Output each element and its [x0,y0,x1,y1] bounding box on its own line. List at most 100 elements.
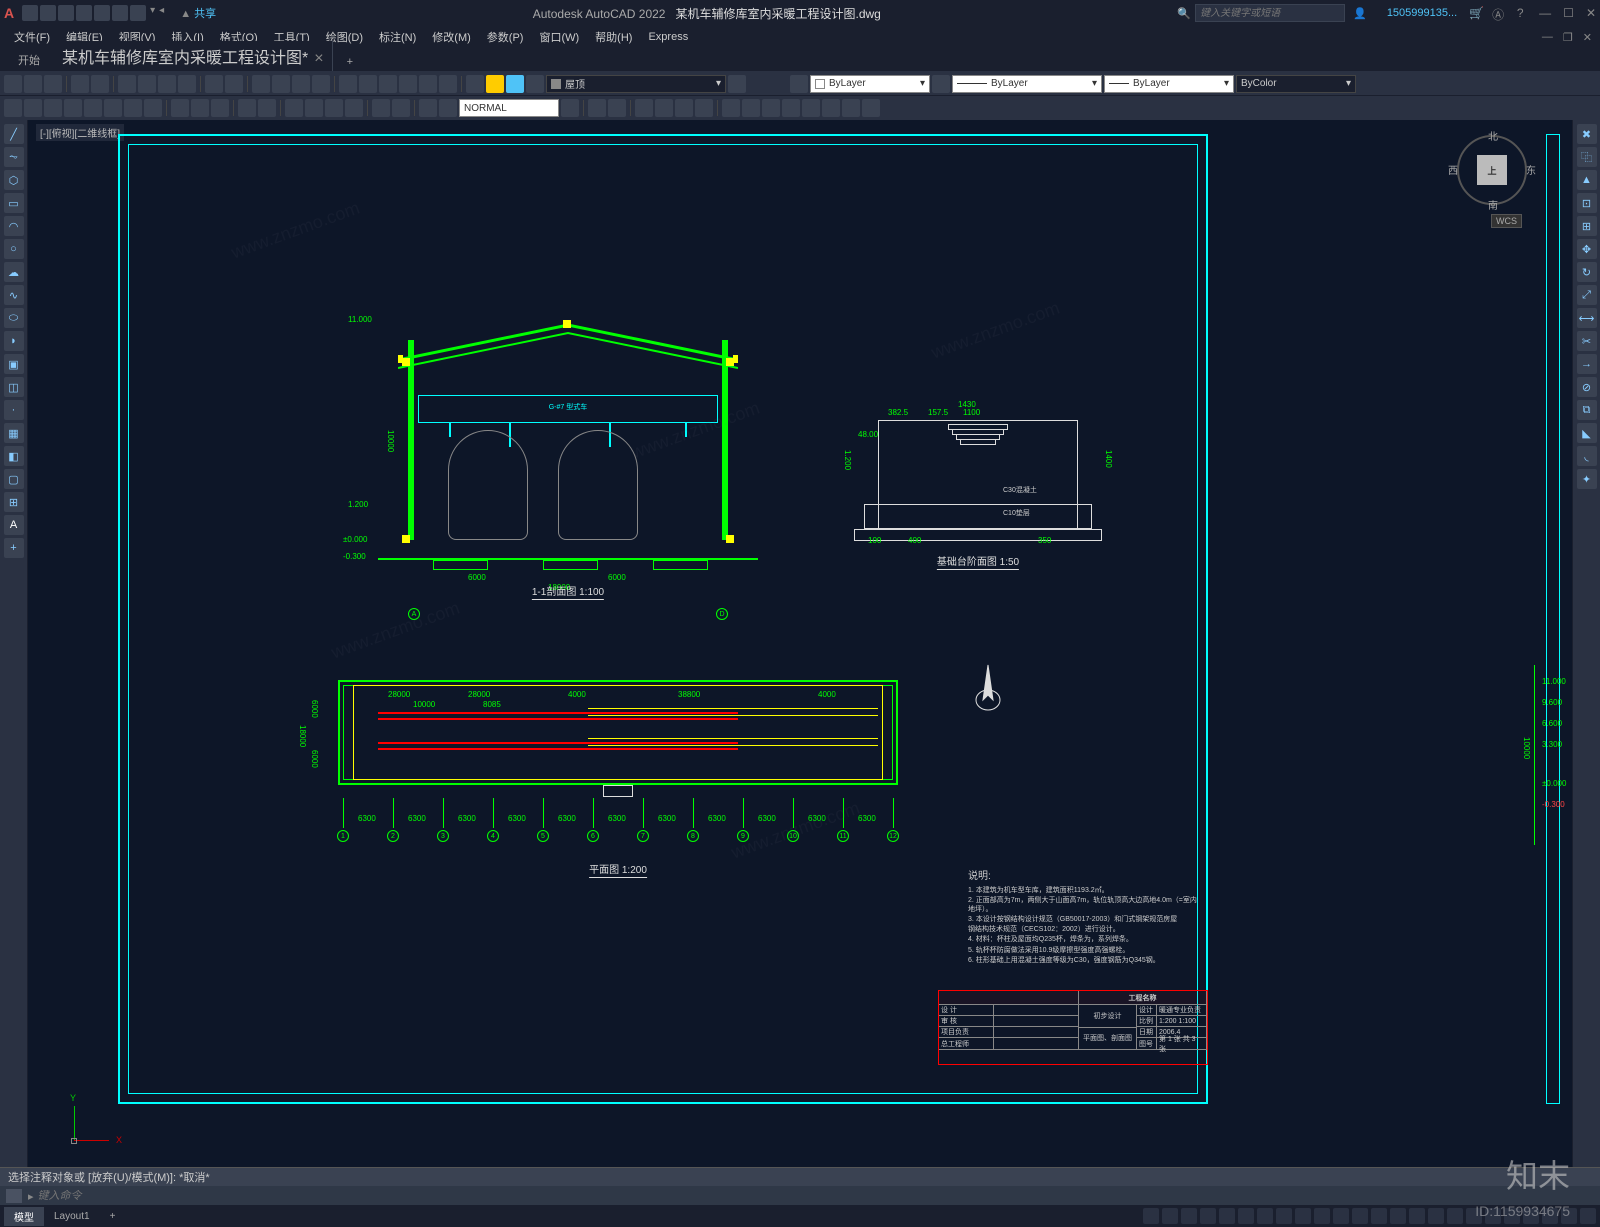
jogline-icon[interactable] [345,99,363,117]
infer-icon[interactable] [1200,1208,1216,1224]
ellipsearc-icon[interactable]: ◗ [4,331,24,351]
misc2-icon[interactable] [742,99,760,117]
qat-saveas-icon[interactable] [76,5,92,21]
doc-close-button[interactable]: ✕ [1583,31,1592,44]
dynamic-input-icon[interactable] [1219,1208,1235,1224]
print-icon[interactable] [71,75,89,93]
otrack-icon[interactable] [1333,1208,1349,1224]
snapmode-icon[interactable] [1181,1208,1197,1224]
linetype-dropdown[interactable]: ByLayer▾ [952,75,1102,93]
layer-lock-icon[interactable] [526,75,544,93]
help-icon[interactable]: ? [1513,6,1527,20]
mirror-icon[interactable]: ▲ [1577,170,1597,190]
revcloud-icon[interactable]: ☁ [4,262,24,282]
layer-previous-icon[interactable] [728,75,746,93]
command-input[interactable] [38,1190,1594,1202]
annotation-scale-icon[interactable] [1409,1208,1425,1224]
ellipse-icon[interactable]: ⬭ [4,308,24,328]
mtext-draw-icon[interactable]: A [4,515,24,535]
table-icon[interactable] [675,99,693,117]
menu-dimension[interactable]: 标注(N) [373,27,422,47]
dim-arc-icon[interactable] [44,99,62,117]
extend-icon[interactable]: → [1577,354,1597,374]
dimstyle-manager-icon[interactable] [561,99,579,117]
polygon-icon[interactable]: ⬡ [4,170,24,190]
menu-help[interactable]: 帮助(H) [589,27,638,47]
3dosnap-icon[interactable] [1314,1208,1330,1224]
mleader-icon[interactable] [655,99,673,117]
copy-mod-icon[interactable]: ⿻ [1577,147,1597,167]
qat-open-icon[interactable] [40,5,56,21]
chamfer-icon[interactable]: ◣ [1577,423,1597,443]
table-draw-icon[interactable]: ⊞ [4,492,24,512]
line-icon[interactable]: ╱ [4,124,24,144]
dimstyle-dropdown[interactable] [459,99,559,117]
pan-icon[interactable] [252,75,270,93]
inspect-icon[interactable] [325,99,343,117]
layout1-tab[interactable]: Layout1 [44,1209,100,1224]
dim-angular-icon[interactable] [144,99,162,117]
viewcube[interactable]: 上 北 南 东 西 [1452,130,1532,210]
dim-break-icon[interactable] [258,99,276,117]
designcenter-icon[interactable] [359,75,377,93]
dimstyle-icon[interactable] [439,99,457,117]
doc-restore-button[interactable]: ❐ [1563,31,1573,44]
tolerance-icon[interactable] [285,99,303,117]
qat-plot-icon[interactable] [94,5,110,21]
dim-jogged-icon[interactable] [104,99,122,117]
misc7-icon[interactable] [842,99,860,117]
isodraft-icon[interactable] [1276,1208,1292,1224]
erase-icon[interactable]: ✖ [1577,124,1597,144]
gradient-icon[interactable]: ◧ [4,446,24,466]
lineweight-status-icon[interactable] [1352,1208,1368,1224]
spline-icon[interactable]: ∿ [4,285,24,305]
matchprop-icon[interactable] [178,75,196,93]
redo-icon[interactable] [225,75,243,93]
trim-icon[interactable]: ✂ [1577,331,1597,351]
tab-add-button[interactable]: + [333,53,367,71]
rectangle-icon[interactable]: ▭ [4,193,24,213]
layout-add-button[interactable]: + [100,1209,126,1224]
menu-express[interactable]: Express [642,29,694,45]
block-icon[interactable] [790,75,808,93]
maximize-button[interactable]: ☐ [1563,6,1574,20]
preview-icon[interactable] [91,75,109,93]
offset-icon[interactable]: ⊡ [1577,193,1597,213]
annotation-monitor-icon[interactable] [1447,1208,1463,1224]
customization-icon[interactable] [1580,1208,1596,1224]
command-line[interactable]: ▸ [0,1186,1600,1206]
stretch-icon[interactable]: ⟷ [1577,308,1597,328]
qat-undo-icon[interactable] [112,5,128,21]
leader-icon[interactable] [635,99,653,117]
zoom-window-icon[interactable] [312,75,330,93]
circle-icon[interactable]: ○ [4,239,24,259]
misc8-icon[interactable] [862,99,880,117]
scale-icon[interactable]: ⤢ [1577,285,1597,305]
menu-parametric[interactable]: 参数(P) [481,27,530,47]
minimize-button[interactable]: — [1539,6,1551,20]
tab-document[interactable]: 某机车辅修库室内采暖工程设计图*× [54,41,333,71]
layer-dropdown[interactable]: 屋顶▾ [546,75,726,93]
cut-icon[interactable] [118,75,136,93]
undo-icon[interactable] [205,75,223,93]
join-icon[interactable]: ⧉ [1577,400,1597,420]
text-icon[interactable] [588,99,606,117]
misc3-icon[interactable] [762,99,780,117]
markup-icon[interactable] [419,75,437,93]
insertblock-icon[interactable]: ▣ [4,354,24,374]
array-icon[interactable]: ⊞ [1577,216,1597,236]
misc1-icon[interactable] [722,99,740,117]
workspace-switch-icon[interactable] [1428,1208,1444,1224]
region-icon[interactable]: ▢ [4,469,24,489]
menu-modify[interactable]: 修改(M) [426,27,477,47]
tab-close-icon[interactable]: × [314,50,323,67]
explode-icon[interactable]: ✦ [1577,469,1597,489]
misc5-icon[interactable] [802,99,820,117]
properties-icon[interactable] [339,75,357,93]
arc-icon[interactable]: ◠ [4,216,24,236]
move-icon[interactable]: ✥ [1577,239,1597,259]
menu-file[interactable]: 文件(F) [8,27,56,47]
user-label[interactable]: 1505999135... [1387,7,1457,19]
mtext-icon[interactable] [608,99,626,117]
selection-cycling-icon[interactable] [1390,1208,1406,1224]
